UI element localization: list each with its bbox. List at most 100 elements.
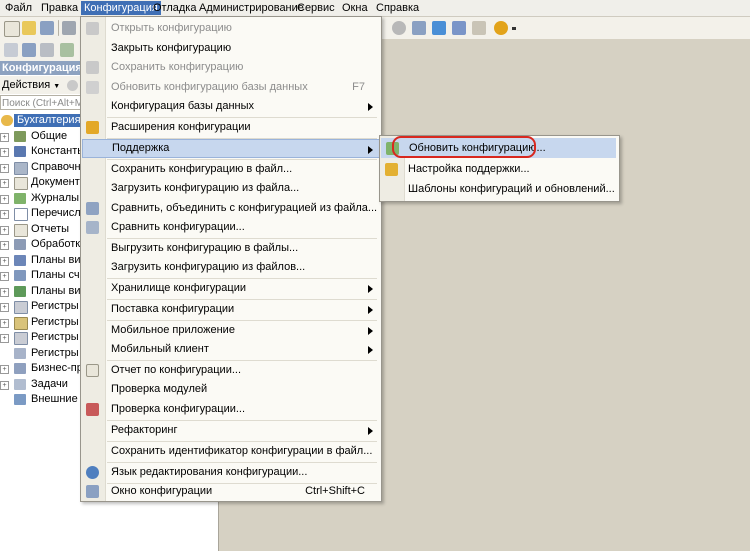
compare-merge-icon [86, 202, 99, 215]
menu-bar: Файл Правка Конфигурация Отладка Админис… [0, 0, 750, 17]
wizard-icon[interactable] [432, 21, 446, 35]
save-icon[interactable] [40, 21, 54, 35]
menu-item-config-window[interactable]: Окно конфигурации Ctrl+Shift+C [81, 482, 379, 501]
expand-icon[interactable]: + [0, 334, 9, 343]
menu-item-repository[interactable]: Хранилище конфигурации [81, 279, 379, 298]
tree-item-label: Задачи [31, 377, 68, 390]
expand-icon[interactable]: + [0, 256, 9, 266]
compare-icon [86, 221, 99, 234]
refresh-icon[interactable] [392, 21, 406, 35]
menu-item-mobile-app[interactable]: Мобильное приложение [81, 321, 379, 340]
external-sources-icon [14, 394, 26, 405]
open-config-icon [86, 22, 99, 35]
menu-item-mobile-client[interactable]: Мобильный клиент [81, 340, 379, 359]
add-icon[interactable] [67, 79, 79, 91]
menu-service[interactable]: Сервис [294, 1, 338, 15]
form-icon[interactable] [40, 43, 54, 57]
menu-item-check-modules[interactable]: Проверка модулей [81, 380, 379, 399]
menu-administration[interactable]: Администрирование [196, 1, 307, 15]
expand-icon[interactable]: + [0, 241, 9, 250]
expand-icon[interactable]: + [0, 179, 9, 188]
reports-icon [14, 223, 28, 237]
menu-item-close-configuration[interactable]: Закрыть конфигурацию [81, 39, 379, 58]
menu-item-save-configuration[interactable]: Сохранить конфигурацию [81, 58, 379, 77]
cut-icon[interactable] [62, 21, 76, 35]
menu-edit[interactable]: Правка [38, 1, 81, 15]
submenu-arrow-icon [368, 146, 373, 154]
tree-item-label: Перечисле [31, 207, 87, 219]
open-folder-icon[interactable] [22, 21, 36, 35]
report-icon [86, 364, 99, 377]
menu-debug[interactable]: Отладка [150, 1, 199, 15]
expand-icon[interactable]: + [0, 148, 9, 157]
submenu-item-support-settings[interactable]: Настройка поддержки... [380, 159, 617, 179]
expand-icon[interactable]: + [0, 210, 9, 219]
expand-icon[interactable]: + [0, 225, 9, 235]
actions-chevron-icon[interactable]: ▼ [53, 83, 60, 90]
documents-icon [14, 177, 28, 190]
common-icon [14, 130, 26, 142]
menu-item-load-from-file[interactable]: Загрузить конфигурацию из файла... [81, 179, 379, 198]
expand-icon[interactable]: + [0, 132, 9, 142]
chart-types-icon [14, 254, 26, 266]
menu-item-edit-language[interactable]: Язык редактирования конфигурации... [81, 463, 379, 482]
expand-icon[interactable]: + [0, 365, 9, 374]
expand-icon[interactable]: + [0, 318, 9, 328]
expand-icon[interactable]: + [0, 272, 9, 281]
toolbar-separator [58, 20, 59, 36]
submenu-arrow-icon [368, 346, 373, 354]
menu-item-dump-to-files[interactable]: Выгрузить конфигурацию в файлы... [81, 239, 379, 258]
chevron-down-icon[interactable] [512, 27, 516, 30]
info-icon[interactable] [494, 21, 508, 35]
submenu-arrow-icon [368, 327, 373, 335]
update-db-icon [86, 81, 99, 94]
menu-item-compare-merge[interactable]: Сравнить, объединить с конфигурацией из … [81, 199, 379, 218]
menu-item-open-configuration[interactable]: Открыть конфигурацию [81, 19, 379, 38]
menu-help[interactable]: Справка [373, 1, 422, 15]
template-icon[interactable] [60, 43, 74, 57]
menu-item-db-configuration[interactable]: Конфигурация базы данных [81, 97, 379, 116]
list-icon[interactable] [4, 43, 18, 57]
save-icon [86, 61, 99, 74]
menu-item-extensions[interactable]: Расширения конфигурации [81, 118, 379, 137]
menu-windows[interactable]: Окна [339, 1, 371, 15]
menu-item-compare-configurations[interactable]: Сравнить конфигурации... [81, 218, 379, 237]
calc-types-icon [14, 285, 26, 297]
menu-configuration[interactable]: Конфигурация [81, 1, 161, 15]
menu-item-check-configuration[interactable]: Проверка конфигурации... [81, 400, 379, 419]
info-register-icon [14, 301, 28, 314]
report-icon[interactable] [452, 21, 466, 35]
submenu-item-templates[interactable]: Шаблоны конфигураций и обновлений... [380, 179, 617, 199]
menu-item-config-report[interactable]: Отчет по конфигурации... [81, 361, 379, 380]
menu-item-update-db-configuration[interactable]: Обновить конфигурацию базы данных F7 [81, 78, 379, 97]
expand-icon[interactable]: + [0, 287, 9, 297]
expand-icon[interactable]: + [0, 194, 9, 204]
properties-icon[interactable] [472, 21, 486, 35]
menu-file[interactable]: Файл [2, 1, 35, 15]
tree-item-label: Отчеты [31, 222, 70, 235]
calc-register-icon [14, 347, 26, 359]
expand-icon[interactable]: + [0, 163, 9, 173]
config-root-icon [1, 115, 13, 126]
highlight-ring-annotation [392, 136, 536, 158]
menu-item-save-config-id[interactable]: Сохранить идентификатор конфигурации в ф… [81, 442, 379, 461]
window-icon [86, 485, 99, 498]
expand-icon[interactable]: + [0, 303, 9, 312]
actions-button[interactable]: Действия [2, 79, 50, 91]
menu-item-refactoring[interactable]: Рефакторинг [81, 421, 379, 440]
module-icon[interactable] [22, 43, 36, 57]
submenu-arrow-icon [368, 103, 373, 111]
tree-item-label: Справочни [31, 160, 87, 173]
new-file-icon[interactable] [4, 21, 20, 37]
constants-icon [14, 146, 26, 157]
enums-icon [14, 208, 28, 221]
submenu-arrow-icon [368, 285, 373, 293]
menu-item-load-from-files[interactable]: Загрузить конфигурацию из файлов... [81, 258, 379, 277]
secondary-toolbar [0, 39, 80, 61]
menu-item-delivery[interactable]: Поставка конфигурации [81, 300, 379, 319]
submenu-arrow-icon [368, 427, 373, 435]
menu-item-save-to-file[interactable]: Сохранить конфигурацию в файл... [81, 160, 379, 179]
expand-icon[interactable]: + [0, 380, 9, 390]
menu-item-support[interactable]: Поддержка [82, 139, 380, 158]
windows-icon[interactable] [412, 21, 426, 35]
